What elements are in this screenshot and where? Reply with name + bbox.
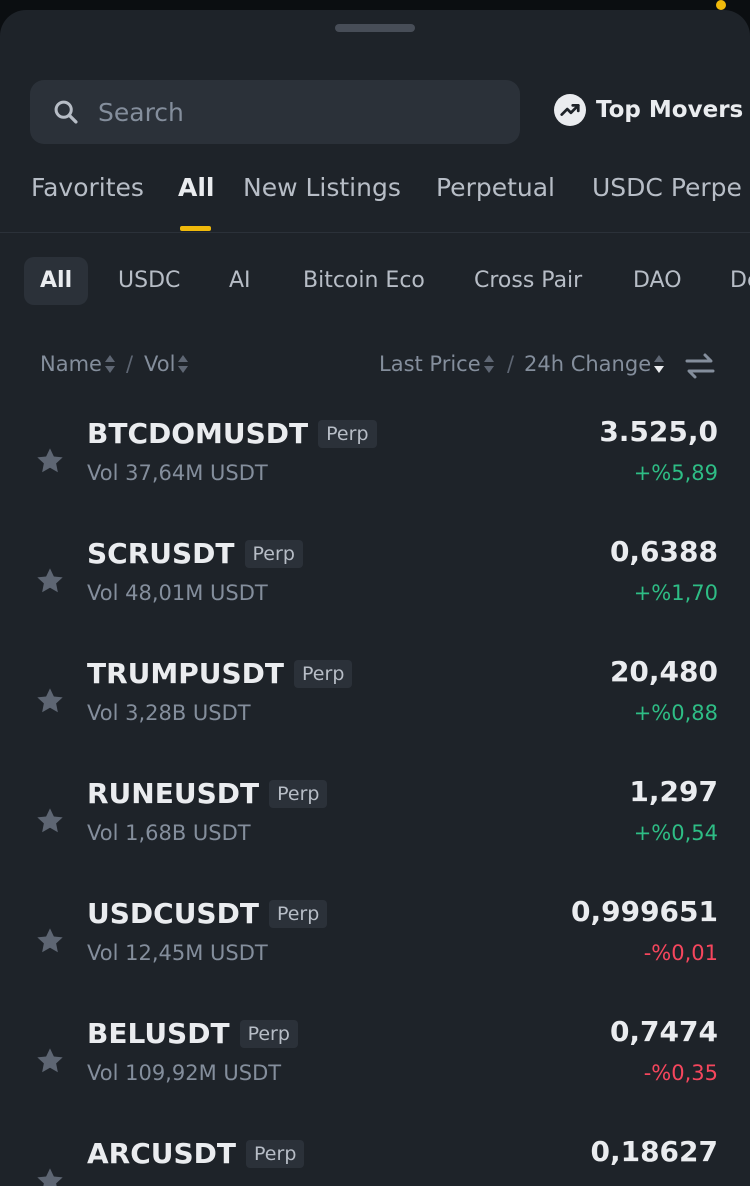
- market-row[interactable]: BTCDOMUSDT Perp Vol 37,64M USDT 3.525,0 …: [0, 405, 750, 525]
- star-icon[interactable]: [34, 805, 66, 837]
- volume-label: Vol 12,45M USDT: [87, 941, 268, 965]
- last-price: 0,18627: [590, 1135, 718, 1168]
- tabs-divider: [0, 232, 750, 233]
- symbol-label: BTCDOMUSDT: [87, 417, 309, 450]
- perp-badge: Perp: [239, 1019, 298, 1048]
- chip-cross-pair[interactable]: Cross Pair: [474, 257, 582, 305]
- symbol-name: USDCUSDT Perp: [87, 897, 328, 930]
- tab-favorites[interactable]: Favorites: [31, 173, 144, 202]
- change-percent: -%0,01: [643, 941, 718, 965]
- tab-usdc-perpetual[interactable]: USDC Perpe: [592, 173, 742, 202]
- star-icon[interactable]: [34, 565, 66, 597]
- perp-badge: Perp: [318, 419, 377, 448]
- category-chips: All USDC AI Bitcoin Eco Cross Pair DAO D…: [0, 257, 750, 305]
- tab-new-listings[interactable]: New Listings: [243, 173, 401, 202]
- symbol-name: BTCDOMUSDT Perp: [87, 417, 377, 450]
- trending-up-icon: [554, 94, 586, 126]
- search-input[interactable]: [96, 96, 500, 128]
- star-icon[interactable]: [34, 445, 66, 477]
- tab-all[interactable]: All: [178, 173, 215, 202]
- volume-label: Vol 3,28B USDT: [87, 701, 251, 725]
- symbol-name: RUNEUSDT Perp: [87, 777, 328, 810]
- symbol-name: BELUSDT Perp: [87, 1017, 298, 1050]
- change-percent: -%0,35: [643, 1061, 718, 1085]
- symbol-name: ARCUSDT Perp: [87, 1137, 305, 1170]
- market-sheet: Top Movers Favorites All New Listings Pe…: [0, 10, 750, 1186]
- search-bar[interactable]: [30, 80, 520, 144]
- last-price: 0,999651: [570, 895, 718, 928]
- symbol-label: RUNEUSDT: [87, 777, 260, 810]
- column-header: Name / Vol Last Price / 24h Change: [0, 350, 750, 384]
- perp-badge: Perp: [246, 1139, 305, 1168]
- last-price: 0,7474: [609, 1015, 718, 1048]
- change-percent: +%0,88: [633, 701, 718, 725]
- last-price: 20,480: [609, 655, 718, 688]
- change-percent: +%5,89: [633, 461, 718, 485]
- change-percent: +%0,54: [633, 821, 718, 845]
- symbol-name: SCRUSDT Perp: [87, 537, 303, 570]
- symbol-label: ARCUSDT: [87, 1137, 237, 1170]
- last-price: 3.525,0: [599, 415, 718, 448]
- perp-badge: Perp: [269, 779, 328, 808]
- volume-label: Vol 1,68B USDT: [87, 821, 251, 845]
- chip-bitcoin-eco[interactable]: Bitcoin Eco: [303, 257, 425, 305]
- star-icon[interactable]: [34, 925, 66, 957]
- notification-dot: [716, 0, 726, 10]
- sort-icon: [178, 354, 189, 374]
- market-tabs: Favorites All New Listings Perpetual USD…: [0, 173, 750, 233]
- perp-badge: Perp: [244, 539, 303, 568]
- market-row[interactable]: SCRUSDT Perp Vol 48,01M USDT 0,6388 +%1,…: [0, 525, 750, 645]
- chip-de[interactable]: De: [730, 257, 750, 305]
- market-row[interactable]: BELUSDT Perp Vol 109,92M USDT 0,7474 -%0…: [0, 1005, 750, 1125]
- top-movers-button[interactable]: Top Movers: [554, 94, 743, 126]
- tab-perpetual[interactable]: Perpetual: [436, 173, 555, 202]
- top-movers-label: Top Movers: [596, 97, 744, 123]
- sheet-grabber[interactable]: [335, 24, 415, 32]
- symbol-name: TRUMPUSDT Perp: [87, 657, 353, 690]
- active-tab-indicator: [180, 226, 211, 231]
- market-row[interactable]: TRUMPUSDT Perp Vol 3,28B USDT 20,480 +%0…: [0, 645, 750, 765]
- swap-icon[interactable]: [684, 350, 716, 382]
- sort-icon: [483, 354, 494, 374]
- last-price: 0,6388: [609, 535, 718, 568]
- last-price: 1,297: [629, 775, 718, 808]
- chip-all[interactable]: All: [24, 257, 89, 305]
- sort-name[interactable]: Name: [40, 352, 115, 376]
- market-row[interactable]: USDCUSDT Perp Vol 12,45M USDT 0,999651 -…: [0, 885, 750, 1005]
- perp-badge: Perp: [268, 899, 328, 928]
- symbol-label: SCRUSDT: [87, 537, 235, 570]
- market-row[interactable]: RUNEUSDT Perp Vol 1,68B USDT 1,297 +%0,5…: [0, 765, 750, 885]
- search-icon: [54, 100, 78, 124]
- perp-badge: Perp: [294, 659, 353, 688]
- star-icon[interactable]: [34, 1045, 66, 1077]
- sort-24h-change[interactable]: 24h Change: [524, 352, 665, 376]
- chip-dao[interactable]: DAO: [633, 257, 682, 305]
- chip-usdc[interactable]: USDC: [118, 257, 180, 305]
- sort-vol[interactable]: Vol: [144, 352, 189, 376]
- change-percent: +%1,70: [633, 581, 718, 605]
- star-icon[interactable]: [34, 685, 66, 717]
- symbol-label: TRUMPUSDT: [87, 657, 285, 690]
- volume-label: Vol 109,92M USDT: [87, 1061, 282, 1085]
- symbol-label: BELUSDT: [87, 1017, 230, 1050]
- sort-last-price[interactable]: Last Price: [379, 352, 494, 376]
- market-row[interactable]: ARCUSDT Perp 0,18627: [0, 1125, 750, 1186]
- volume-label: Vol 37,64M USDT: [87, 461, 268, 485]
- sort-icon: [104, 354, 115, 374]
- symbol-label: USDCUSDT: [87, 897, 259, 930]
- volume-label: Vol 48,01M USDT: [87, 581, 268, 605]
- sort-desc-icon: [654, 354, 665, 374]
- chip-ai[interactable]: AI: [229, 257, 251, 305]
- star-icon[interactable]: [34, 1165, 66, 1186]
